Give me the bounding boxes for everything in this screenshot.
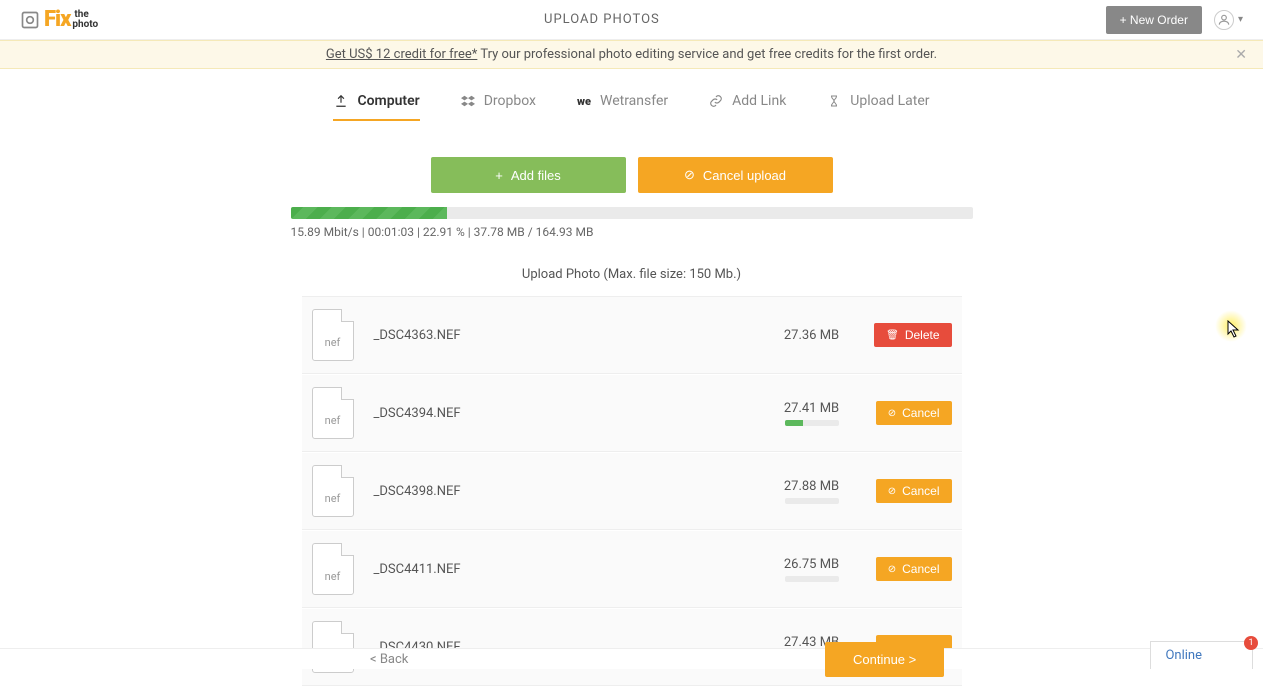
- back-link[interactable]: < Back: [370, 652, 408, 667]
- mini-progress: [785, 498, 839, 504]
- cancel-button[interactable]: ⊘ Cancel: [876, 557, 952, 581]
- logo-icon: [20, 10, 40, 30]
- logo-text-fix: Fix: [44, 7, 70, 32]
- cancel-upload-label: Cancel upload: [703, 168, 786, 183]
- cancel-button[interactable]: ⊘ Cancel: [876, 479, 952, 503]
- tab-wetransfer[interactable]: we Wetransfer: [576, 93, 668, 121]
- file-row: nef _DSC4363.NEF 27.36 MB 🗑 Delete: [302, 296, 962, 374]
- file-name: _DSC4363.NEF: [374, 328, 762, 343]
- promo-bar: Get US$ 12 credit for free* Try our prof…: [0, 40, 1263, 69]
- cancel-upload-button[interactable]: ⊘ Cancel upload: [638, 157, 833, 193]
- cancel-icon: ⊘: [888, 486, 896, 497]
- promo-text: Try our professional photo editing servi…: [477, 47, 937, 62]
- file-name: _DSC4394.NEF: [374, 406, 762, 421]
- trash-icon: 🗑: [886, 330, 899, 341]
- tab-dropbox[interactable]: Dropbox: [460, 93, 536, 121]
- logo-text-the: the: [74, 10, 98, 20]
- tab-label: Computer: [357, 93, 419, 109]
- file-icon: nef: [312, 387, 354, 439]
- cancel-icon: ⊘: [888, 564, 896, 575]
- mini-progress: [785, 420, 839, 426]
- file-list: nef _DSC4363.NEF 27.36 MB 🗑 Delete nef _…: [302, 296, 962, 686]
- file-row: nef _DSC4398.NEF 27.88 MB ⊘ Cancel: [302, 453, 962, 530]
- tab-label: Dropbox: [484, 93, 536, 109]
- footer: < Back Continue >: [0, 648, 1263, 669]
- add-files-button[interactable]: + Add files: [431, 157, 626, 193]
- upload-tabs: Computer Dropbox we Wetransfer Add Link …: [0, 93, 1263, 121]
- file-name: _DSC4411.NEF: [374, 562, 762, 577]
- cursor-icon: [1227, 320, 1241, 342]
- file-icon: nef: [312, 309, 354, 361]
- tab-add-link[interactable]: Add Link: [708, 93, 786, 121]
- file-icon: nef: [312, 543, 354, 595]
- action-buttons: + Add files ⊘ Cancel upload: [0, 157, 1263, 193]
- chat-widget[interactable]: Online 1: [1150, 641, 1253, 669]
- link-icon: [708, 93, 724, 109]
- cancel-button[interactable]: ⊘ Cancel: [876, 401, 952, 425]
- file-ext: nef: [325, 492, 341, 505]
- file-row: nef _DSC4411.NEF 26.75 MB ⊘ Cancel: [302, 531, 962, 608]
- cancel-icon: ⊘: [888, 408, 896, 419]
- dropbox-icon: [460, 93, 476, 109]
- mini-progress-fill: [785, 420, 804, 426]
- file-ext: nef: [325, 570, 341, 583]
- action-label: Cancel: [902, 406, 939, 420]
- tab-computer[interactable]: Computer: [333, 93, 419, 121]
- file-ext: nef: [325, 414, 341, 427]
- action-label: Delete: [905, 328, 940, 342]
- progress-fill: [291, 207, 447, 219]
- upload-caption: Upload Photo (Max. file size: 150 Mb.): [0, 267, 1263, 282]
- file-size: 27.41 MB: [762, 401, 862, 416]
- promo-link[interactable]: Get US$ 12 credit for free*: [326, 47, 477, 62]
- logo[interactable]: Fix the photo: [20, 7, 98, 32]
- upload-icon: [333, 93, 349, 109]
- tab-label: Add Link: [732, 93, 786, 109]
- chat-label: Online: [1165, 648, 1202, 663]
- cursor-highlight: [1215, 310, 1247, 342]
- file-icon: nef: [312, 465, 354, 517]
- action-label: Cancel: [902, 562, 939, 576]
- mini-progress: [785, 576, 839, 582]
- file-size: 26.75 MB: [762, 557, 862, 572]
- progress-bar: [291, 207, 973, 219]
- tab-label: Wetransfer: [600, 93, 668, 109]
- progress-text: 15.89 Mbit/s | 00:01:03 | 22.91 % | 37.7…: [291, 225, 973, 239]
- tab-upload-later[interactable]: Upload Later: [826, 93, 929, 121]
- close-icon[interactable]: ✕: [1235, 47, 1247, 63]
- file-row: nef _DSC4394.NEF 27.41 MB ⊘ Cancel: [302, 375, 962, 452]
- chevron-down-icon: ▾: [1238, 14, 1243, 25]
- file-size: 27.88 MB: [762, 479, 862, 494]
- file-ext: nef: [325, 336, 341, 349]
- cancel-icon: ⊘: [684, 167, 695, 183]
- hourglass-icon: [826, 93, 842, 109]
- logo-text-photo: photo: [72, 20, 98, 30]
- new-order-button[interactable]: + New Order: [1106, 6, 1202, 34]
- file-name: _DSC4398.NEF: [374, 484, 762, 499]
- tab-label: Upload Later: [850, 93, 929, 109]
- chat-badge: 1: [1244, 636, 1258, 650]
- plus-icon: +: [495, 168, 503, 183]
- wetransfer-icon: we: [576, 93, 592, 109]
- add-files-label: Add files: [511, 168, 561, 183]
- user-menu[interactable]: ▾: [1214, 10, 1243, 30]
- avatar-icon: [1214, 10, 1234, 30]
- action-label: Cancel: [902, 484, 939, 498]
- overall-progress: 15.89 Mbit/s | 00:01:03 | 22.91 % | 37.7…: [291, 207, 973, 239]
- delete-button[interactable]: 🗑 Delete: [874, 323, 951, 347]
- header: Fix the photo UPLOAD PHOTOS + New Order …: [0, 0, 1263, 40]
- file-size: 27.36 MB: [762, 328, 862, 343]
- page-title: UPLOAD PHOTOS: [544, 12, 660, 27]
